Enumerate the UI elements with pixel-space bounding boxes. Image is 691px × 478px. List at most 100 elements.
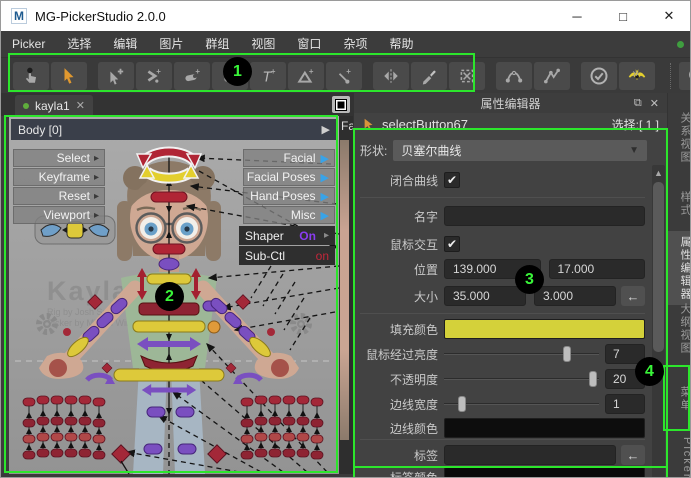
add-move-button-tool[interactable]: + — [212, 62, 248, 90]
pick-hand-tool[interactable] — [13, 62, 49, 90]
knee-button[interactable] — [147, 407, 165, 417]
border-width-slider[interactable] — [444, 394, 599, 414]
close-button[interactable]: ✕ — [646, 1, 691, 31]
mouse-interact-checkbox[interactable]: ✔ — [444, 236, 460, 252]
root-bar-button[interactable] — [114, 369, 224, 381]
menu-image[interactable]: 图片 — [148, 31, 194, 57]
menu-edit[interactable]: 编辑 — [102, 31, 148, 57]
picker-canvas[interactable]: Kayla Rig by Josh Sobel Picker by Miguel… — [9, 116, 339, 474]
menu-help[interactable]: 帮助 — [378, 31, 424, 57]
menu-misc[interactable]: 杂项 — [332, 31, 378, 57]
add-text-button-tool[interactable]: T+ — [250, 62, 286, 90]
label-field[interactable] — [444, 445, 616, 465]
label-color-swatch[interactable] — [444, 467, 645, 478]
shape-dropdown[interactable]: 贝塞尔曲线 ▼ — [393, 140, 647, 161]
hover-brightness-slider[interactable] — [444, 344, 599, 364]
menu-select[interactable]: 选择 — [56, 31, 102, 57]
maximize-button[interactable]: □ — [600, 1, 646, 31]
closed-curve-checkbox[interactable]: ✔ — [444, 172, 460, 188]
marquee-delete-tool[interactable] — [449, 62, 485, 90]
hand-diamond[interactable] — [226, 363, 236, 373]
facial-button[interactable]: Facial▶ — [243, 149, 335, 167]
left-finger-grid[interactable] — [23, 396, 105, 459]
opacity-slider[interactable] — [444, 369, 599, 389]
menu-group[interactable]: 群组 — [194, 31, 240, 57]
search-tool[interactable] — [679, 62, 691, 90]
viewport-menu-button[interactable]: Viewport▸ — [13, 206, 105, 224]
mirror-tool[interactable] — [373, 62, 409, 90]
opacity-value[interactable]: 20 — [605, 369, 645, 389]
size-h-field[interactable]: 3.000 — [534, 286, 616, 306]
flip-tool[interactable] — [619, 62, 655, 90]
hip-side-dot[interactable] — [208, 321, 220, 333]
ankle-button[interactable] — [178, 444, 196, 454]
add-point-button-tool[interactable]: + — [326, 62, 362, 90]
tab-attribute-editor[interactable]: 属性编辑器 — [668, 231, 691, 305]
chest-button[interactable] — [147, 274, 191, 284]
gear-icon[interactable] — [39, 316, 55, 332]
curve-tool[interactable] — [496, 62, 532, 90]
mouth-button[interactable] — [153, 244, 185, 254]
misc-button[interactable]: Misc▶ — [243, 206, 335, 224]
border-color-swatch[interactable] — [444, 418, 645, 438]
arm-dot[interactable] — [63, 328, 71, 336]
page-next-icon[interactable]: ▶ — [322, 123, 330, 136]
subctl-toggle[interactable]: Sub-Ctlon — [239, 246, 335, 265]
add-command-button-tool[interactable]: + — [136, 62, 172, 90]
foot-diamond[interactable] — [112, 445, 130, 463]
close-panel-icon[interactable]: ✕ — [650, 97, 659, 110]
hip-button[interactable] — [133, 321, 205, 332]
position-y-field[interactable]: 17.000 — [549, 259, 646, 279]
select-menu-button[interactable]: Select▸ — [13, 149, 105, 167]
name-field[interactable] — [444, 206, 645, 226]
ankle-button[interactable] — [144, 444, 162, 454]
hover-brightness-value[interactable]: 7 — [605, 344, 645, 364]
attribute-scrollbar[interactable]: ▲ — [652, 165, 665, 478]
forehead-button[interactable] — [151, 192, 187, 202]
foot-diamond[interactable] — [208, 445, 226, 463]
menu-view[interactable]: 视图 — [240, 31, 286, 57]
hand-rotate-arrow[interactable] — [87, 375, 111, 380]
right-finger-grid[interactable] — [241, 396, 323, 459]
tab-relation-view[interactable]: 关系视图 — [668, 101, 691, 175]
tab-menu[interactable]: 菜单 — [668, 373, 691, 425]
shaper-toggle[interactable]: ShaperOn▸ — [239, 226, 335, 245]
hand-diamond[interactable] — [102, 363, 112, 373]
tab-outline-view[interactable]: 大纲视图 — [668, 296, 691, 362]
tab-style[interactable]: 样式 — [668, 183, 691, 225]
elbow-diamond[interactable] — [236, 295, 251, 310]
add-shape-button-tool[interactable]: + — [288, 62, 324, 90]
scroll-up-icon[interactable]: ▲ — [652, 166, 665, 180]
scrollbar-thumb[interactable] — [653, 182, 664, 352]
polyline-tool[interactable] — [534, 62, 570, 90]
neighbor-panel-sliver[interactable]: Fa — [339, 116, 353, 474]
arm-dot[interactable] — [267, 328, 275, 336]
tab-close-icon[interactable]: ✕ — [76, 99, 85, 112]
add-slider-button-tool[interactable]: + — [174, 62, 210, 90]
label-back-button[interactable]: ← — [621, 445, 645, 465]
toolbar-overflow-chevron[interactable]: » — [632, 66, 637, 80]
hand-poses-button[interactable]: Hand Poses▶ — [243, 187, 335, 205]
menu-picker[interactable]: Picker — [1, 31, 56, 57]
border-width-value[interactable]: 1 — [605, 394, 645, 414]
keyframe-menu-button[interactable]: Keyframe▸ — [13, 168, 105, 186]
size-back-button[interactable]: ← — [621, 286, 645, 306]
hand-rotate-arrow[interactable] — [237, 375, 261, 380]
facial-poses-button[interactable]: Facial Poses▶ — [243, 168, 335, 186]
neck-button[interactable] — [159, 258, 179, 270]
edit-arrow-tool[interactable] — [51, 62, 87, 90]
fill-color-swatch[interactable] — [444, 319, 645, 339]
position-x-field[interactable]: 139.000 — [444, 259, 541, 279]
eyedropper-tool[interactable] — [411, 62, 447, 90]
size-w-field[interactable]: 35.000 — [444, 286, 526, 306]
menu-window[interactable]: 窗口 — [286, 31, 332, 57]
reset-menu-button[interactable]: Reset▸ — [13, 187, 105, 205]
float-panel-icon[interactable]: ⧉ — [634, 97, 642, 110]
tab-picker[interactable]: Picker — [668, 437, 691, 478]
gear-icon[interactable] — [293, 316, 309, 332]
tab-kayla1[interactable]: kayla1 ✕ — [15, 95, 93, 116]
picker-page-header[interactable]: Body [0] ▶ — [11, 119, 337, 140]
waist-button[interactable] — [139, 303, 199, 315]
namespace-button[interactable] — [332, 96, 350, 113]
add-select-button-tool[interactable] — [98, 62, 134, 90]
